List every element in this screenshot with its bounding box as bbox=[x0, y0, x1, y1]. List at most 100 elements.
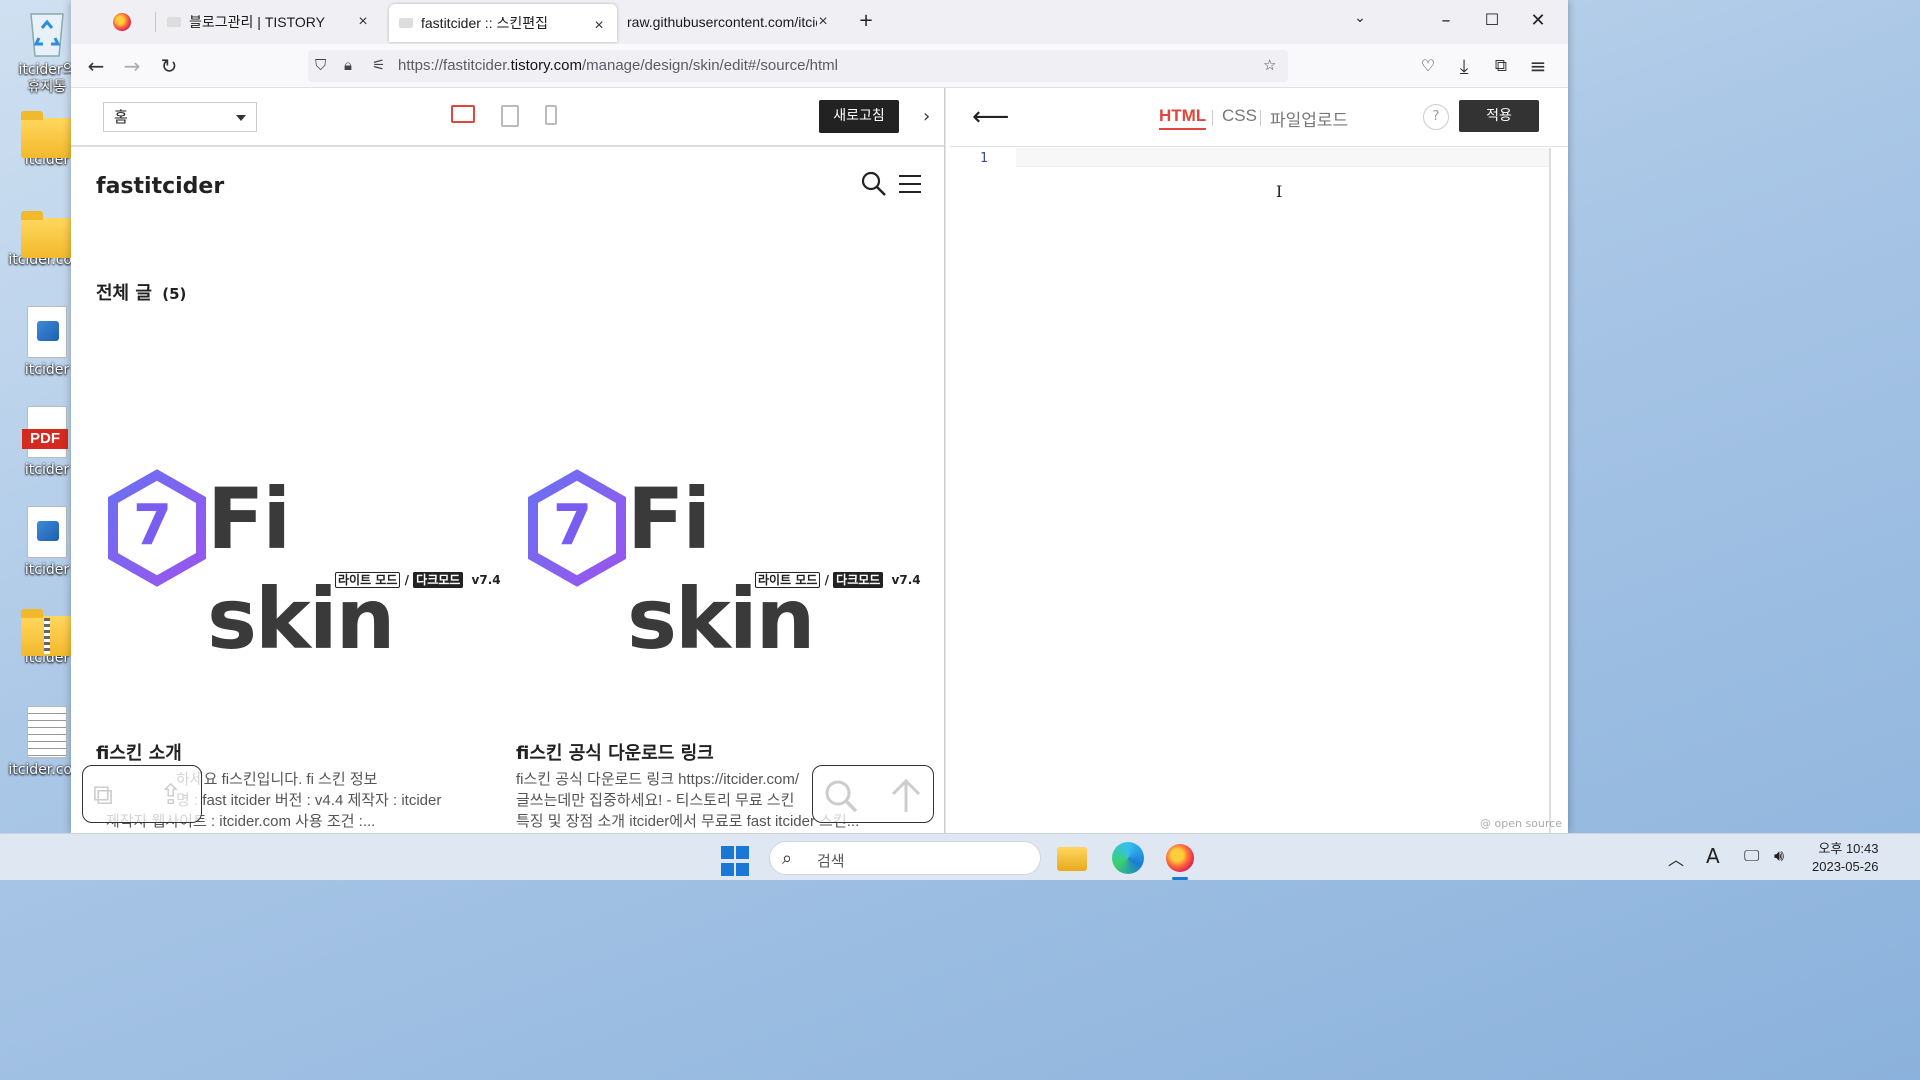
browser-window: 블로그관리 | TISTORY × fastitcider :: 스킨편집 × … bbox=[71, 0, 1568, 833]
all-posts-heading: 전체 글 (5) bbox=[96, 279, 186, 305]
pane-splitter[interactable] bbox=[944, 88, 946, 833]
logo-text: Fi skin bbox=[207, 470, 395, 668]
text-cursor-icon: I bbox=[1276, 182, 1283, 201]
edge-icon[interactable] bbox=[1112, 842, 1144, 874]
shield-icon[interactable]: ⛉ bbox=[315, 56, 326, 74]
url-text[interactable]: https://fastitcider.tistory.com/manage/d… bbox=[398, 57, 838, 74]
skin-preview-pane: 홈 새로고침 › fastitcider 전체 글 (5) 7 Fi skin … bbox=[71, 88, 946, 833]
logo-number: 7 bbox=[553, 493, 592, 558]
code-editor-pane: ⟵ HTML CSS 파일업로드 ? 적용 1 I @ open source bbox=[950, 88, 1568, 833]
refresh-button[interactable]: 새로고침 bbox=[819, 100, 899, 133]
forward-icon[interactable]: → bbox=[119, 54, 145, 80]
reload-icon[interactable]: ↻ bbox=[156, 54, 182, 80]
navigation-bar: ← → ↻ ⛉ 🔒︎ ⚟ https://fastitcider.tistory… bbox=[71, 44, 1568, 88]
star-icon[interactable]: ☆ bbox=[1263, 56, 1276, 74]
download-icon[interactable]: ⤓ bbox=[1451, 54, 1477, 80]
help-icon[interactable]: ? bbox=[1423, 104, 1449, 130]
image-file-icon bbox=[27, 306, 67, 358]
editor-scrollbar[interactable] bbox=[1549, 148, 1551, 833]
logo-number: 7 bbox=[133, 493, 172, 558]
taskbar-search[interactable]: ⌕ 검색 bbox=[769, 841, 1041, 875]
chevron-right-icon[interactable]: › bbox=[923, 106, 930, 127]
search-icon[interactable] bbox=[823, 778, 859, 818]
lock-icon[interactable]: 🔒︎ bbox=[344, 56, 352, 74]
open-source-note[interactable]: @ open source bbox=[1480, 817, 1562, 830]
chevron-down-icon[interactable]: ⌄ bbox=[1347, 10, 1373, 26]
tab-label: raw.githubusercontent.com/itcider/ bbox=[627, 14, 817, 30]
active-app-indicator bbox=[1172, 877, 1188, 880]
apply-button[interactable]: 적용 bbox=[1459, 100, 1539, 132]
post-title[interactable]: fi스킨 소개 bbox=[96, 739, 182, 765]
all-posts-count: (5) bbox=[162, 285, 187, 303]
pdf-badge: PDF bbox=[22, 429, 68, 449]
code-input[interactable] bbox=[1016, 148, 1549, 167]
line-number: 1 bbox=[980, 151, 988, 166]
scroll-top-icon[interactable] bbox=[889, 778, 923, 818]
firefox-taskbar-icon[interactable] bbox=[1166, 844, 1194, 872]
taskbar-search-placeholder: 검색 bbox=[817, 852, 845, 870]
taskbar: ⌕ 검색 ︿ A 🖵︎ 🔊︎ 오후 10:43 2023-05-26 bbox=[0, 833, 1920, 880]
clock[interactable]: 오후 10:43 2023-05-26 bbox=[1812, 840, 1879, 876]
tistory-icon bbox=[399, 18, 413, 28]
network-icon[interactable]: 🖵︎ bbox=[1744, 846, 1759, 866]
close-icon[interactable]: × bbox=[589, 16, 609, 36]
mobile-view-icon[interactable] bbox=[545, 105, 557, 125]
close-icon[interactable]: × bbox=[353, 12, 373, 32]
logo-light-mode: 라이트 모드 bbox=[335, 572, 401, 588]
clock-date: 2023-05-26 bbox=[1812, 859, 1879, 874]
caret-down-icon bbox=[236, 115, 246, 121]
firefox-view-button[interactable] bbox=[113, 0, 153, 44]
tab-css[interactable]: CSS bbox=[1222, 106, 1257, 126]
maximize-icon[interactable]: ☐ bbox=[1479, 10, 1505, 29]
extensions-icon[interactable]: ⧉ bbox=[1488, 54, 1514, 80]
close-window-icon[interactable]: ✕ bbox=[1525, 10, 1551, 31]
pocket-icon[interactable]: ♡ bbox=[1415, 54, 1441, 80]
all-posts-label: 전체 글 bbox=[96, 283, 152, 304]
page-select[interactable]: 홈 bbox=[103, 102, 257, 132]
tab-raw-github[interactable]: raw.githubusercontent.com/itcider/ × bbox=[627, 0, 841, 44]
zip-folder-icon bbox=[21, 609, 73, 656]
site-title[interactable]: fastitcider bbox=[96, 174, 224, 199]
url-bar[interactable]: ⛉ 🔒︎ ⚟ https://fastitcider.tistory.com/m… bbox=[308, 50, 1288, 82]
menu-icon[interactable]: ≡ bbox=[1525, 54, 1551, 80]
post-thumbnail[interactable]: 7 Fi skin 라이트 모드 / 다크모드 v7.4 bbox=[515, 469, 921, 668]
tab-label: fastitcider :: 스킨편집 bbox=[421, 15, 548, 31]
firefox-icon bbox=[113, 13, 131, 31]
chevron-up-icon[interactable]: ︿ bbox=[1668, 846, 1684, 870]
tab-file-upload[interactable]: 파일업로드 bbox=[1270, 106, 1348, 131]
close-icon[interactable]: × bbox=[813, 12, 833, 32]
minimize-icon[interactable]: – bbox=[1433, 10, 1459, 31]
hamburger-menu-icon[interactable] bbox=[899, 175, 921, 193]
search-icon: ⌕ bbox=[782, 848, 793, 869]
folder-icon bbox=[21, 111, 73, 158]
search-icon[interactable] bbox=[861, 171, 887, 201]
new-tab-icon[interactable]: + bbox=[853, 10, 879, 31]
logo-slash: / bbox=[404, 573, 409, 587]
tablet-view-icon[interactable] bbox=[501, 105, 519, 127]
floating-action-box-right bbox=[812, 765, 934, 823]
permissions-icon[interactable]: ⚟ bbox=[372, 56, 385, 74]
ime-indicator[interactable]: A bbox=[1706, 844, 1720, 868]
desktop-view-icon[interactable] bbox=[451, 105, 475, 123]
image-file-icon bbox=[27, 506, 67, 558]
logo-dark-mode: 다크모드 bbox=[833, 572, 884, 588]
tab-html[interactable]: HTML bbox=[1159, 106, 1207, 130]
post-thumbnail[interactable]: 7 Fi skin 라이트 모드 / 다크모드 v7.4 bbox=[95, 469, 501, 668]
post-title[interactable]: fi스킨 공식 다운로드 링크 bbox=[516, 739, 714, 765]
start-windows-icon[interactable] bbox=[721, 846, 753, 878]
text-file-icon bbox=[27, 706, 67, 758]
volume-icon[interactable]: 🔊︎ bbox=[1774, 846, 1784, 866]
page-select-value: 홈 bbox=[114, 108, 128, 126]
back-arrow-icon[interactable]: ⟵ bbox=[972, 102, 1009, 132]
file-explorer-icon[interactable] bbox=[1057, 847, 1087, 871]
back-icon[interactable]: ← bbox=[83, 54, 109, 80]
logo-light-mode: 라이트 모드 bbox=[755, 572, 821, 588]
folder-icon bbox=[21, 211, 73, 258]
copy-icon[interactable]: ⧉ bbox=[93, 778, 113, 812]
line-number-gutter bbox=[950, 148, 1016, 833]
share-icon[interactable]: ⇪ bbox=[159, 778, 182, 811]
tab-bar: 블로그관리 | TISTORY × fastitcider :: 스킨편집 × … bbox=[71, 0, 1568, 44]
tab-blog-manage[interactable]: 블로그관리 | TISTORY × bbox=[167, 0, 381, 44]
logo-version: v7.4 bbox=[891, 573, 921, 587]
tab-skin-edit[interactable]: fastitcider :: 스킨편집 × bbox=[389, 4, 617, 42]
